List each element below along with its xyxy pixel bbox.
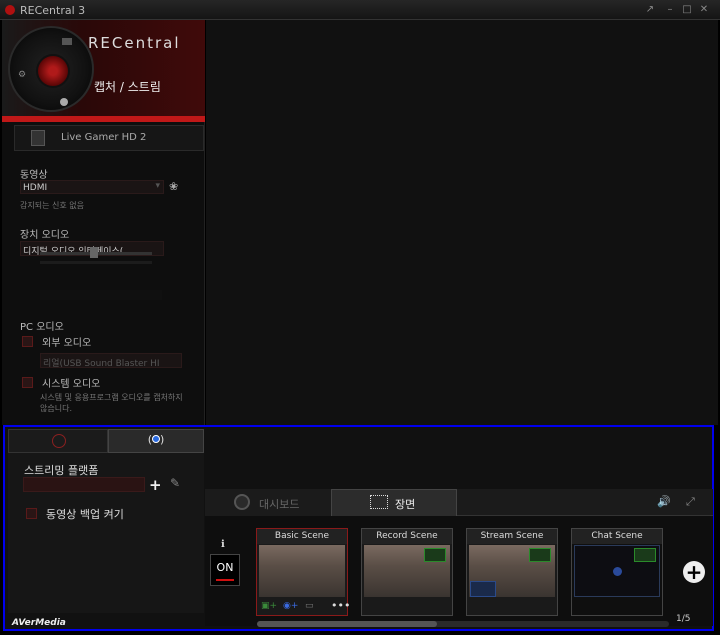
scene-title: Chat Scene: [572, 529, 662, 544]
video-status: 감지되는 신호 없음: [20, 201, 84, 210]
device-audio-slider-thumb[interactable]: [90, 247, 98, 258]
more-options-icon[interactable]: •••: [331, 599, 350, 612]
overlay-image-icon: [529, 548, 551, 562]
close-button[interactable]: ✕: [697, 3, 711, 17]
brand-logo: RECentral: [88, 34, 181, 52]
dial-dot-icon: [60, 98, 68, 106]
streaming-platform-label: 스트리밍 플랫폼: [24, 464, 99, 477]
window-title: RECentral 3: [20, 4, 86, 17]
folder-icon[interactable]: [62, 38, 72, 45]
add-scene-button[interactable]: +: [683, 561, 705, 583]
add-image-icon[interactable]: ▣+: [261, 601, 277, 611]
overlay-image-icon: [424, 548, 446, 562]
capture-device-icon: [31, 130, 45, 146]
add-webcam-icon[interactable]: ◉+: [283, 601, 298, 611]
broadcast-icon: (): [147, 433, 165, 446]
info-icon[interactable]: ℹ: [221, 539, 225, 550]
app-icon: [5, 5, 15, 15]
tab-scene[interactable]: 장면: [331, 489, 457, 516]
mode-label: 캡처 / 스트림: [94, 80, 161, 94]
system-audio-checkbox[interactable]: [22, 377, 33, 388]
device-audio-label: 장치 오디오: [20, 230, 70, 241]
minimize-button[interactable]: –: [663, 3, 677, 17]
device-selector[interactable]: Live Gamer HD 2: [14, 125, 204, 151]
scene-title: Basic Scene: [257, 529, 347, 544]
video-source-select[interactable]: HDMI ▾: [20, 180, 164, 194]
tab-dashboard[interactable]: 대시보드: [205, 489, 331, 516]
external-audio-label: 외부 오디오: [42, 338, 92, 349]
video-source-value: HDMI: [23, 183, 48, 193]
system-audio-note: 시스템 및 응용프로그램 오디오를 캡처하지 않습니다.: [40, 393, 183, 413]
accent-bar: [2, 116, 205, 122]
volume-icon[interactable]: 🔊: [657, 495, 671, 508]
sidebar-header: ⚙ RECentral 캡처 / 스트림: [2, 20, 205, 120]
chevron-down-icon: ▾: [155, 181, 160, 191]
on-indicator: [216, 579, 234, 581]
scene-card[interactable]: Stream Scene: [466, 528, 558, 616]
scene-thumbnail: [259, 545, 345, 597]
sidebar: ⚙ RECentral 캡처 / 스트림 Live Gamer HD 2 동영상…: [2, 20, 205, 425]
tab-dashboard-label: 대시보드: [259, 498, 300, 511]
add-text-icon[interactable]: ▭: [305, 601, 314, 611]
external-audio-value: 리얼(USB Sound Blaster HI: [43, 359, 160, 369]
record-dial-icon: [36, 54, 70, 88]
chat-overlay-icon: [613, 567, 622, 576]
avermedia-logo: AVerMedia: [12, 618, 66, 628]
mode-dial[interactable]: ⚙: [8, 26, 94, 112]
video-preview: [206, 20, 718, 425]
tab-scene-label: 장면: [395, 498, 416, 511]
maximize-button[interactable]: □: [680, 3, 694, 17]
on-toggle-button[interactable]: ON: [210, 554, 240, 586]
on-toggle-label: ON: [216, 561, 234, 574]
video-backup-label: 동영상 백업 켜기: [46, 508, 124, 521]
audio-meter: [40, 261, 152, 264]
scene-card[interactable]: Chat Scene: [571, 528, 663, 616]
scene-icon: [370, 495, 388, 509]
scene-title: Stream Scene: [467, 529, 557, 544]
streaming-platform-select[interactable]: [23, 477, 145, 492]
pin-icon[interactable]: ↗: [643, 3, 657, 17]
scene-card[interactable]: Basic Scene ▣+ ◉+ ▭ •••: [256, 528, 350, 616]
tab-record[interactable]: [8, 429, 108, 453]
fullscreen-icon[interactable]: ⤢: [686, 495, 695, 509]
scene-pager: 1/5: [676, 614, 691, 624]
webcam-overlay-icon: [470, 581, 496, 597]
scene-card[interactable]: Record Scene: [361, 528, 453, 616]
system-audio-label: 시스템 오디오: [42, 379, 101, 390]
dashboard-icon: [234, 494, 250, 510]
add-platform-button[interactable]: +: [149, 476, 162, 494]
scene-title: Record Scene: [362, 529, 452, 544]
external-audio-checkbox[interactable]: [22, 336, 33, 347]
overlay-image-icon: [634, 548, 656, 562]
record-icon: [52, 434, 66, 448]
video-backup-checkbox[interactable]: [26, 508, 37, 519]
pc-audio-label: PC 오디오: [20, 322, 64, 333]
device-name: Live Gamer HD 2: [61, 132, 147, 143]
gear-icon[interactable]: ⚙: [18, 70, 26, 80]
edit-platform-icon[interactable]: ✎: [170, 476, 180, 490]
scene-scrollbar-thumb[interactable]: [257, 621, 437, 627]
external-audio-select[interactable]: 리얼(USB Sound Blaster HI: [40, 353, 182, 369]
palette-icon[interactable]: ❀: [169, 180, 178, 193]
tab-stream[interactable]: (): [108, 429, 204, 453]
title-bar: RECentral 3 ↗ – □ ✕: [0, 0, 720, 20]
video-label: 동영상: [20, 170, 48, 181]
audio-meter-secondary: [40, 290, 162, 300]
